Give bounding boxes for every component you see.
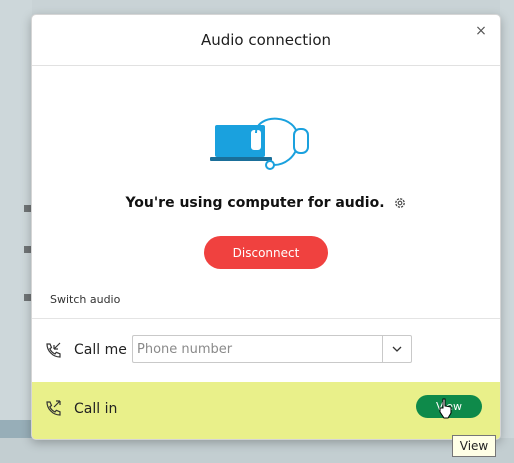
- phone-incoming-icon: [46, 342, 61, 358]
- computer-audio-illustration: [210, 117, 309, 170]
- dialog-header: Audio connection ×: [32, 15, 500, 66]
- country-dropdown-button[interactable]: [382, 335, 412, 363]
- chevron-down-icon: [392, 346, 402, 352]
- background-bottom-strip: [0, 438, 514, 463]
- background-right-panel: [500, 0, 514, 463]
- switch-audio-label: Switch audio: [50, 293, 121, 306]
- call-in-label: Call in: [74, 401, 118, 417]
- gear-icon[interactable]: [393, 196, 407, 210]
- phone-number-input[interactable]: [132, 335, 382, 363]
- call-me-option[interactable]: Call me: [32, 333, 500, 367]
- call-me-label: Call me: [74, 342, 127, 358]
- close-icon[interactable]: ×: [474, 24, 488, 38]
- tooltip: View: [452, 435, 496, 457]
- audio-status: You're using computer for audio.: [32, 195, 500, 211]
- dialog-title: Audio connection: [200, 31, 332, 49]
- phone-outgoing-icon: [46, 400, 61, 416]
- status-text: You're using computer for audio.: [125, 195, 385, 211]
- divider: [32, 318, 500, 319]
- audio-connection-dialog: Audio connection × You're using computer…: [31, 14, 501, 440]
- mouse-cursor-icon: [439, 398, 452, 419]
- disconnect-button[interactable]: Disconnect: [204, 236, 328, 269]
- call-in-option[interactable]: Call in View: [32, 382, 500, 439]
- background-left-panel: [0, 0, 32, 463]
